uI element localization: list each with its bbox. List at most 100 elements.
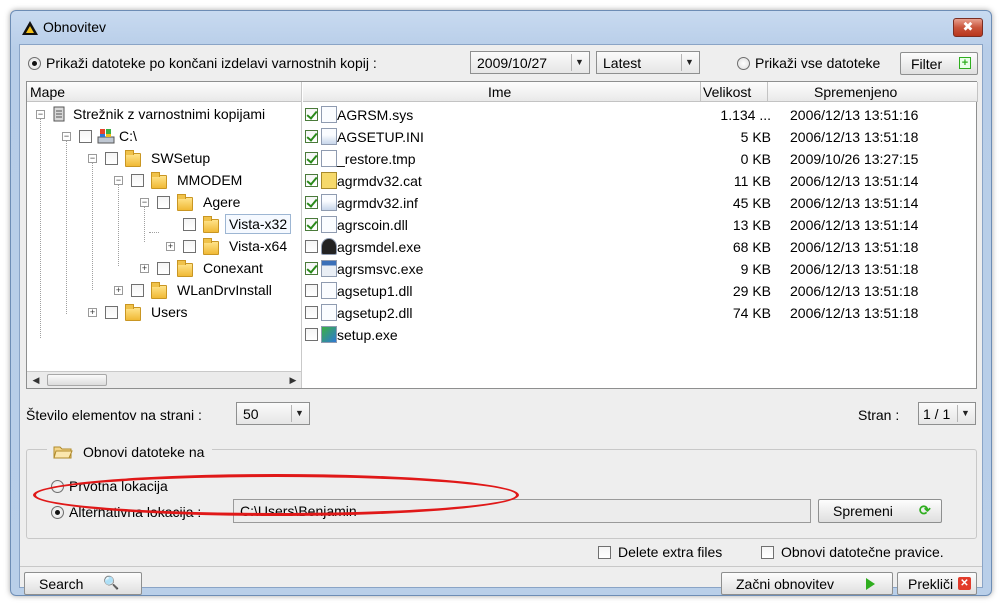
- restore-permissions-checkbox[interactable]: [761, 546, 774, 559]
- file-icon: [321, 172, 337, 189]
- file-checkbox[interactable]: [305, 152, 318, 165]
- file-row[interactable]: agsetup2.dll 74 KB 2006/12/13 13:51:18: [303, 302, 976, 324]
- file-checkbox[interactable]: [305, 240, 318, 253]
- tree-checkbox[interactable]: [79, 130, 92, 143]
- title-bar: Obnovitev ✖: [11, 11, 991, 43]
- collapse-icon[interactable]: −: [88, 154, 97, 163]
- file-checkbox[interactable]: [305, 108, 318, 121]
- expand-icon[interactable]: +: [88, 308, 97, 317]
- file-modified: 2006/12/13 13:51:16: [790, 107, 919, 123]
- tree-horizontal-scrollbar[interactable]: ◀ ▶: [27, 371, 301, 388]
- cancel-button-label: Prekliči: [908, 576, 954, 592]
- file-row[interactable]: agrmdv32.cat 11 KB 2006/12/13 13:51:14: [303, 170, 976, 192]
- tree-checkbox[interactable]: [157, 262, 170, 275]
- expand-icon[interactable]: +: [114, 286, 123, 295]
- start-restore-button[interactable]: Začni obnovitev: [721, 572, 893, 595]
- file-checkbox[interactable]: [305, 130, 318, 143]
- tree-checkbox[interactable]: [183, 240, 196, 253]
- file-row[interactable]: agrsmsvc.exe 9 KB 2006/12/13 13:51:18: [303, 258, 976, 280]
- all-files-radio[interactable]: [737, 57, 750, 70]
- file-size: 11 KB: [733, 173, 771, 189]
- per-page-select[interactable]: 50 ▼: [236, 402, 310, 425]
- app-logo-icon: [22, 21, 38, 35]
- page-select[interactable]: 1 / 1 ▼: [918, 402, 976, 425]
- file-checkbox[interactable]: [305, 284, 318, 297]
- refresh-icon: ⟳: [919, 502, 931, 518]
- delete-extra-checkbox[interactable]: [598, 546, 611, 559]
- file-name: agsetup1.dll: [337, 283, 413, 299]
- file-checkbox[interactable]: [305, 174, 318, 187]
- scroll-right-icon[interactable]: ▶: [286, 374, 300, 387]
- browser-panel: Mape − Strežnik z varnostnimi kopijami −…: [26, 81, 978, 389]
- chevron-down-icon: ▼: [291, 405, 307, 422]
- tree-checkbox[interactable]: [105, 306, 118, 319]
- tree-line: [40, 118, 41, 338]
- file-modified: 2009/10/26 13:27:15: [790, 151, 919, 167]
- expand-icon[interactable]: +: [166, 242, 175, 251]
- file-icon: [321, 260, 337, 277]
- file-name: agrmdv32.inf: [337, 195, 418, 211]
- file-name: AGRSM.sys: [337, 107, 414, 123]
- file-row[interactable]: agsetup1.dll 29 KB 2006/12/13 13:51:18: [303, 280, 976, 302]
- file-checkbox[interactable]: [305, 196, 318, 209]
- file-row[interactable]: AGSETUP.INI 5 KB 2006/12/13 13:51:18: [303, 126, 976, 148]
- tree-node-label: Vista-x64: [229, 238, 288, 254]
- file-modified: 2006/12/13 13:51:18: [790, 261, 919, 277]
- file-size: 0 KB: [740, 151, 771, 167]
- change-button[interactable]: Spremeni ⟳: [818, 499, 942, 523]
- collapse-icon[interactable]: −: [36, 110, 45, 119]
- file-modified: 2006/12/13 13:51:18: [790, 239, 919, 255]
- file-checkbox[interactable]: [305, 328, 318, 341]
- column-header-size[interactable]: Velikost: [701, 82, 768, 102]
- tree-checkbox[interactable]: [131, 174, 144, 187]
- file-row[interactable]: AGRSM.sys 1.134 ... 2006/12/13 13:51:16: [303, 104, 976, 126]
- expand-icon[interactable]: +: [140, 264, 149, 273]
- filter-row: Prikaži datoteke po končani izdelavi var…: [26, 51, 978, 77]
- collapse-icon[interactable]: −: [114, 176, 123, 185]
- filter-button[interactable]: Filter +: [900, 52, 978, 75]
- version-select[interactable]: Latest ▼: [596, 51, 700, 74]
- column-header-modified[interactable]: Spremenjeno: [768, 82, 978, 102]
- file-name: setup.exe: [337, 327, 398, 343]
- collapse-icon[interactable]: −: [140, 198, 149, 207]
- file-name: agrsmdel.exe: [337, 239, 422, 255]
- file-name: agsetup2.dll: [337, 305, 413, 321]
- scroll-left-icon[interactable]: ◀: [29, 374, 43, 387]
- tree-node-label: MMODEM: [177, 172, 243, 188]
- file-row[interactable]: agrsmdel.exe 68 KB 2006/12/13 13:51:18: [303, 236, 976, 258]
- tree-checkbox[interactable]: [183, 218, 196, 231]
- collapse-icon[interactable]: −: [62, 132, 71, 141]
- tree-checkbox[interactable]: [157, 196, 170, 209]
- tree-header[interactable]: Mape: [27, 82, 301, 102]
- column-header-name[interactable]: Ime: [303, 82, 701, 102]
- tree-line: [144, 206, 145, 242]
- date-select-value: 2009/10/27: [477, 55, 548, 71]
- folder-icon: [203, 238, 219, 255]
- page-value: 1 / 1: [923, 406, 951, 422]
- close-button[interactable]: ✖: [953, 18, 983, 37]
- backup-date-radio[interactable]: [28, 57, 41, 70]
- date-select[interactable]: 2009/10/27 ▼: [470, 51, 590, 74]
- tree-line: [118, 184, 119, 266]
- file-icon: [321, 304, 337, 321]
- file-checkbox[interactable]: [305, 218, 318, 231]
- file-row[interactable]: _restore.tmp 0 KB 2009/10/26 13:27:15: [303, 148, 976, 170]
- file-row[interactable]: setup.exe: [303, 324, 976, 346]
- file-size: 5 KB: [740, 129, 771, 145]
- tree-node-label: Conexant: [203, 260, 263, 276]
- tree-node-label: Agere: [203, 194, 241, 210]
- file-row[interactable]: agrmdv32.inf 45 KB 2006/12/13 13:51:14: [303, 192, 976, 214]
- file-checkbox[interactable]: [305, 306, 318, 319]
- search-button[interactable]: Search 🔍: [24, 572, 142, 595]
- folder-icon: [177, 194, 193, 211]
- restore-permissions-label: Obnovi datotečne pravice.: [781, 544, 944, 560]
- cancel-button[interactable]: Prekliči ✕: [897, 572, 977, 595]
- tree-node-label: SWSetup: [151, 150, 211, 166]
- scrollbar-thumb[interactable]: [47, 374, 107, 386]
- tree-checkbox[interactable]: [105, 152, 118, 165]
- file-checkbox[interactable]: [305, 262, 318, 275]
- file-name: _restore.tmp: [337, 151, 416, 167]
- file-row[interactable]: agrscoin.dll 13 KB 2006/12/13 13:51:14: [303, 214, 976, 236]
- alternative-location-radio[interactable]: [51, 506, 64, 519]
- tree-checkbox[interactable]: [131, 284, 144, 297]
